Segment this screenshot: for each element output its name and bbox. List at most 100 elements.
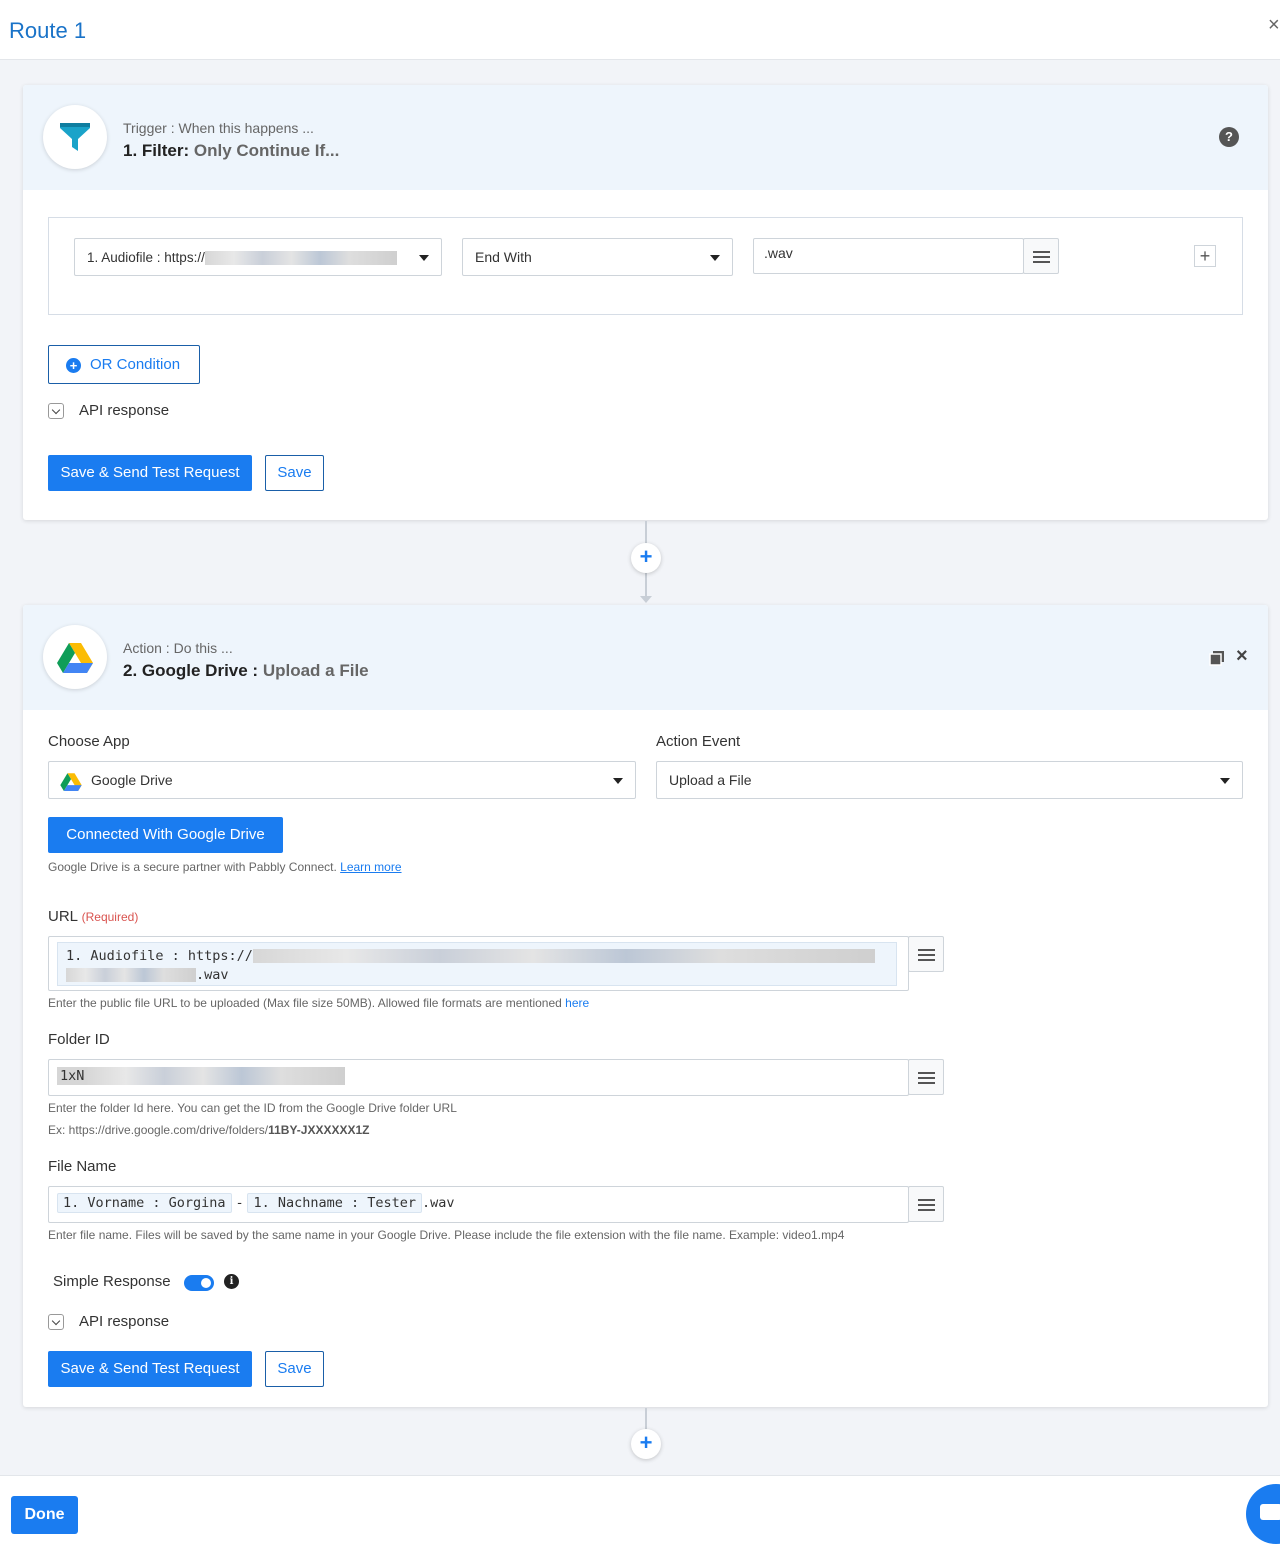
save-button[interactable]: Save — [265, 455, 324, 491]
choose-app-value: Google Drive — [91, 772, 173, 788]
vorname-chip: 1. Vorname : Gorgina — [57, 1193, 232, 1213]
action-step: 2. Google Drive : — [123, 661, 259, 680]
chat-icon — [1260, 1504, 1280, 1520]
condition-box: 1. Audiofile : https:// End With .wav + — [48, 217, 1243, 315]
filter-logo — [43, 105, 107, 169]
folder-example-id: 11BY-JXXXXXX1Z — [268, 1123, 370, 1137]
connected-google-drive-button[interactable]: Connected With Google Drive — [48, 817, 283, 853]
file-name-insert-menu-button[interactable] — [908, 1186, 944, 1222]
file-name-separator: - — [235, 1195, 244, 1211]
folder-id-input[interactable]: 1xN — [48, 1059, 909, 1096]
url-label: URL (Required) — [48, 908, 138, 925]
info-icon[interactable]: i — [224, 1274, 239, 1289]
url-input[interactable]: 1. Audiofile : https:// .wav — [48, 936, 909, 991]
plus-icon: + — [1199, 246, 1211, 266]
condition-value-input[interactable]: .wav — [753, 238, 1024, 274]
chevron-down-icon — [419, 255, 429, 261]
api-response-label: API response — [79, 1313, 170, 1330]
or-condition-label: OR Condition — [90, 356, 181, 373]
save-send-test-button[interactable]: Save & Send Test Request — [48, 455, 252, 491]
save-button[interactable]: Save — [265, 1351, 324, 1387]
action-event-value: Upload a File — [669, 772, 752, 788]
url-chip-text: 1. Audiofile : https:// — [66, 948, 253, 964]
done-button[interactable]: Done — [11, 1496, 78, 1534]
trigger-step-title: 1. Filter: Only Continue If... — [123, 141, 339, 161]
folder-id-label: Folder ID — [48, 1031, 110, 1048]
url-insert-menu-button[interactable] — [908, 936, 944, 972]
close-route-icon[interactable]: × — [1268, 14, 1280, 37]
or-condition-button[interactable]: + OR Condition — [48, 345, 200, 384]
add-step-button[interactable]: + — [631, 543, 661, 573]
trigger-subtitle: Trigger : When this happens ... — [123, 120, 314, 136]
file-name-hint: Enter file name. Files will be saved by … — [48, 1228, 845, 1242]
action-step-detail: Upload a File — [262, 661, 369, 680]
learn-more-link[interactable]: Learn more — [340, 860, 401, 874]
partner-text-body: Google Drive is a secure partner with Pa… — [48, 860, 337, 874]
folder-insert-menu-button[interactable] — [908, 1059, 944, 1095]
chevron-down-icon — [1220, 778, 1230, 784]
url-suffix: .wav — [196, 967, 229, 983]
file-name-input[interactable]: 1. Vorname : Gorgina - 1. Nachname : Tes… — [48, 1186, 909, 1223]
condition-field-select[interactable]: 1. Audiofile : https:// — [74, 238, 442, 276]
condition-value-text: .wav — [764, 245, 793, 261]
chat-widget-button[interactable] — [1246, 1484, 1280, 1544]
save-send-test-button[interactable]: Save & Send Test Request — [48, 1351, 252, 1387]
top-bar: Route 1 × — [0, 0, 1280, 60]
action-card: Action : Do this ... 2. Google Drive : U… — [23, 605, 1268, 1407]
add-step-button[interactable]: + — [631, 1429, 661, 1459]
simple-response-label: Simple Response — [53, 1273, 171, 1290]
google-drive-icon — [60, 773, 82, 791]
insert-field-menu-button[interactable] — [1023, 238, 1059, 274]
file-name-suffix: .wav — [422, 1195, 455, 1211]
folder-hint: Enter the folder Id here. You can get th… — [48, 1101, 457, 1115]
close-icon[interactable]: × — [1236, 645, 1248, 668]
trigger-card: Trigger : When this happens ... 1. Filte… — [23, 85, 1268, 520]
blurred-value — [252, 949, 875, 964]
arrow-down-icon — [640, 596, 652, 603]
url-label-text: URL — [48, 908, 78, 925]
plus-icon: + — [639, 1430, 653, 1455]
nachname-chip: 1. Nachname : Tester — [247, 1193, 423, 1213]
folder-id-value: 1xN — [57, 1067, 88, 1085]
footer-bar: Done — [0, 1475, 1280, 1550]
action-header: Action : Do this ... 2. Google Drive : U… — [23, 605, 1268, 710]
trigger-header: Trigger : When this happens ... 1. Filte… — [23, 85, 1268, 190]
add-condition-button[interactable]: + — [1194, 245, 1216, 267]
filter-icon — [60, 123, 90, 151]
trigger-step: 1. Filter: — [123, 141, 190, 160]
trigger-step-detail: Only Continue If... — [193, 141, 340, 160]
simple-response-toggle[interactable] — [184, 1275, 214, 1291]
file-name-label: File Name — [48, 1158, 117, 1175]
google-drive-logo — [43, 625, 107, 689]
action-subtitle: Action : Do this ... — [123, 640, 233, 656]
folder-example: Ex: https://drive.google.com/drive/folde… — [48, 1123, 370, 1137]
blurred-value — [204, 251, 397, 266]
plus-icon: + — [639, 544, 653, 569]
plus-circle-icon: + — [66, 358, 81, 373]
folder-example-prefix: Ex: https://drive.google.com/drive/folde… — [48, 1123, 269, 1137]
google-drive-icon — [57, 643, 93, 673]
chevron-down-icon — [710, 255, 720, 261]
condition-field-value: 1. Audiofile : https:// — [87, 250, 205, 265]
url-hint: Enter the public file URL to be uploaded… — [48, 996, 589, 1010]
action-event-label: Action Event — [656, 733, 741, 750]
partner-text: Google Drive is a secure partner with Pa… — [48, 860, 402, 874]
api-response-checkbox[interactable] — [48, 1314, 64, 1330]
action-step-title: 2. Google Drive : Upload a File — [123, 661, 369, 681]
condition-operator-value: End With — [475, 249, 532, 265]
choose-app-select[interactable]: Google Drive — [48, 761, 636, 799]
condition-operator-select[interactable]: End With — [462, 238, 733, 276]
blurred-value — [66, 968, 196, 983]
help-icon[interactable]: ? — [1219, 127, 1239, 147]
action-event-select[interactable]: Upload a File — [656, 761, 1243, 799]
chevron-down-icon — [613, 778, 623, 784]
route-title: Route 1 — [9, 18, 87, 43]
required-text: (Required) — [81, 910, 139, 924]
formats-here-link[interactable]: here — [565, 996, 589, 1010]
url-hint-text: Enter the public file URL to be uploaded… — [48, 996, 562, 1010]
api-response-label: API response — [79, 402, 170, 419]
copy-icon[interactable] — [1209, 650, 1225, 666]
choose-app-label: Choose App — [48, 733, 130, 750]
api-response-checkbox[interactable] — [48, 403, 64, 419]
blurred-value — [87, 1067, 346, 1086]
